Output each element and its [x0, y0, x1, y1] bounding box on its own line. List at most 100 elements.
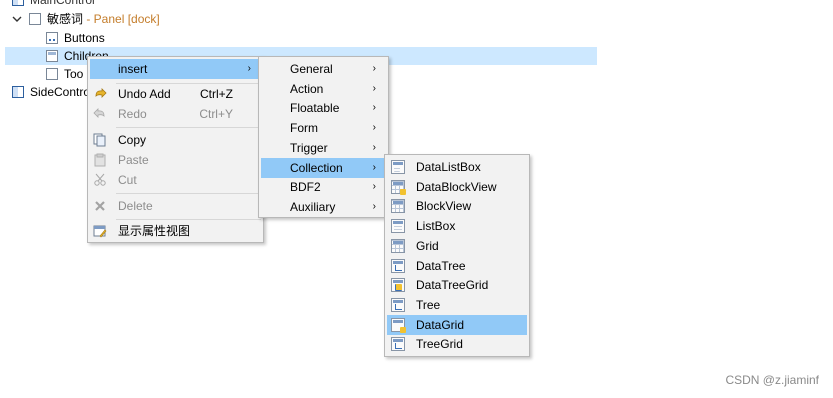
menu-item-redo[interactable]: Redo Ctrl+Y — [90, 104, 261, 124]
menu-item-label: insert — [118, 62, 148, 76]
tree-node-sensitive[interactable]: 敏感词 - Panel [dock] — [12, 10, 312, 28]
menu-item-delete[interactable]: Delete — [90, 196, 261, 216]
collection-item-tree[interactable]: Tree — [387, 295, 527, 315]
submenu-arrow-icon: › — [372, 102, 376, 114]
buttons-icon — [46, 32, 58, 44]
menu-item-label: BDF2 — [290, 180, 321, 195]
menu-item-label: DataTree — [416, 258, 466, 273]
collection-item-datablockview[interactable]: DataBlockView — [387, 177, 527, 197]
container-icon — [46, 50, 58, 62]
side-panel-icon — [12, 86, 24, 98]
panel-icon — [46, 68, 58, 80]
tree-node-label: SideContro — [30, 85, 91, 99]
treegrid-icon — [391, 337, 405, 352]
menu-item-label: DataListBox — [416, 160, 481, 174]
menu-item-label: BlockView — [416, 199, 472, 214]
insert-item-general[interactable]: General › — [261, 59, 386, 79]
collection-item-datatreegrid[interactable]: DataTreeGrid — [387, 275, 527, 295]
menu-item-label: Form — [290, 121, 318, 136]
tree-node-label: Buttons — [64, 31, 105, 45]
submenu-arrow-icon: › — [372, 82, 376, 94]
submenu-arrow-icon: › — [372, 63, 376, 74]
insert-item-collection[interactable]: Collection › — [261, 157, 386, 178]
menu-item-label: Paste — [118, 153, 149, 167]
datalistbox-icon — [391, 160, 405, 174]
datagrid-icon — [391, 317, 406, 333]
listbox-icon — [391, 219, 405, 234]
submenu-arrow-icon: › — [372, 181, 376, 193]
collection-item-listbox[interactable]: ListBox — [387, 216, 527, 236]
collection-submenu: DataListBox DataBlockView BlockView ListBox… — [384, 154, 530, 357]
context-menu: insert › Undo Add Ctrl+Z Redo Ctrl+Y Cop… — [87, 56, 264, 243]
collection-item-treegrid[interactable]: TreeGrid — [387, 334, 527, 354]
menu-item-label: Tree — [416, 297, 441, 312]
submenu-arrow-icon: › — [372, 141, 376, 153]
tree-node-label: 敏感词 - Panel [dock] — [47, 10, 160, 28]
undo-icon — [95, 88, 107, 98]
datatreegrid-icon — [391, 278, 405, 293]
watermark: CSDN @z.jiaminf — [725, 373, 819, 387]
collection-item-datagrid[interactable]: DataGrid — [387, 314, 527, 335]
delete-x-icon — [95, 201, 105, 211]
menu-item-label: DataBlockView — [416, 179, 497, 194]
menu-item-label: Delete — [118, 199, 153, 213]
menu-item-label: ListBox — [416, 219, 456, 234]
menu-item-label: Redo — [118, 107, 147, 121]
menu-item-label: Cut — [118, 173, 137, 187]
property-view-icon — [93, 225, 107, 238]
menu-item-label: Copy — [118, 133, 147, 147]
menu-item-label: Trigger — [290, 140, 328, 155]
collection-item-blockview[interactable]: BlockView — [387, 196, 527, 216]
menu-separator — [116, 219, 261, 220]
submenu-arrow-icon: › — [372, 122, 376, 134]
collection-item-datalistbox[interactable]: DataListBox — [387, 157, 527, 177]
panel-icon — [12, 0, 24, 6]
menu-item-label: DataGrid — [416, 317, 465, 332]
menu-item-label: Grid — [416, 238, 439, 253]
datatree-icon — [391, 258, 405, 273]
menu-item-label: Undo Add — [118, 87, 171, 101]
chevron-down-icon[interactable] — [12, 14, 22, 24]
insert-item-auxiliary[interactable]: Auxiliary › — [261, 197, 386, 217]
insert-item-trigger[interactable]: Trigger › — [261, 138, 386, 158]
menu-item-undo[interactable]: Undo Add Ctrl+Z — [90, 84, 261, 104]
menu-item-shortcut: Ctrl+Y — [199, 107, 233, 121]
tree-node-maincontrol[interactable]: MainControl — [12, 0, 212, 9]
menu-item-copy[interactable]: Copy — [90, 130, 261, 150]
menu-item-label: Action — [290, 81, 324, 96]
tree-node-name: 敏感词 — [47, 12, 84, 26]
menu-item-label: Auxiliary — [290, 199, 336, 214]
tree-icon — [391, 297, 405, 312]
tree-node-buttons[interactable]: Buttons — [46, 29, 146, 47]
tree-node-type: - Panel [dock] — [83, 12, 160, 26]
redo-icon — [93, 108, 105, 118]
menu-separator — [116, 193, 261, 194]
submenu-arrow-icon: › — [372, 161, 376, 173]
menu-item-label: Floatable — [290, 101, 340, 116]
menu-item-insert[interactable]: insert › — [90, 59, 261, 79]
menu-item-label: General — [290, 62, 333, 76]
blockview-icon — [391, 199, 405, 214]
collection-item-datatree[interactable]: DataTree — [387, 256, 527, 276]
paste-icon — [94, 153, 106, 167]
panel-icon — [29, 13, 41, 25]
menu-separator — [116, 127, 261, 128]
insert-item-floatable[interactable]: Floatable › — [261, 98, 386, 118]
submenu-arrow-icon: › — [372, 200, 376, 212]
tree-node-label: MainControl — [30, 0, 95, 7]
menu-item-label: 显示属性视图 — [118, 224, 191, 238]
menu-item-label: DataTreeGrid — [416, 278, 489, 293]
menu-item-paste[interactable]: Paste — [90, 150, 261, 170]
insert-item-action[interactable]: Action › — [261, 79, 386, 99]
insert-item-bdf2[interactable]: BDF2 › — [261, 177, 386, 197]
menu-item-cut[interactable]: Cut — [90, 170, 261, 190]
grid-icon — [391, 238, 405, 253]
collection-item-grid[interactable]: Grid — [387, 236, 527, 256]
submenu-arrow-icon: › — [247, 63, 251, 74]
menu-item-label: Collection — [290, 160, 343, 175]
insert-submenu: General › Action › Floatable › Form › Trigger › Co… — [258, 56, 389, 218]
menu-item-property-view[interactable]: 显示属性视图 — [90, 221, 261, 241]
menu-item-label: TreeGrid — [416, 337, 463, 352]
insert-item-form[interactable]: Form › — [261, 118, 386, 138]
datablockview-icon — [391, 179, 406, 195]
